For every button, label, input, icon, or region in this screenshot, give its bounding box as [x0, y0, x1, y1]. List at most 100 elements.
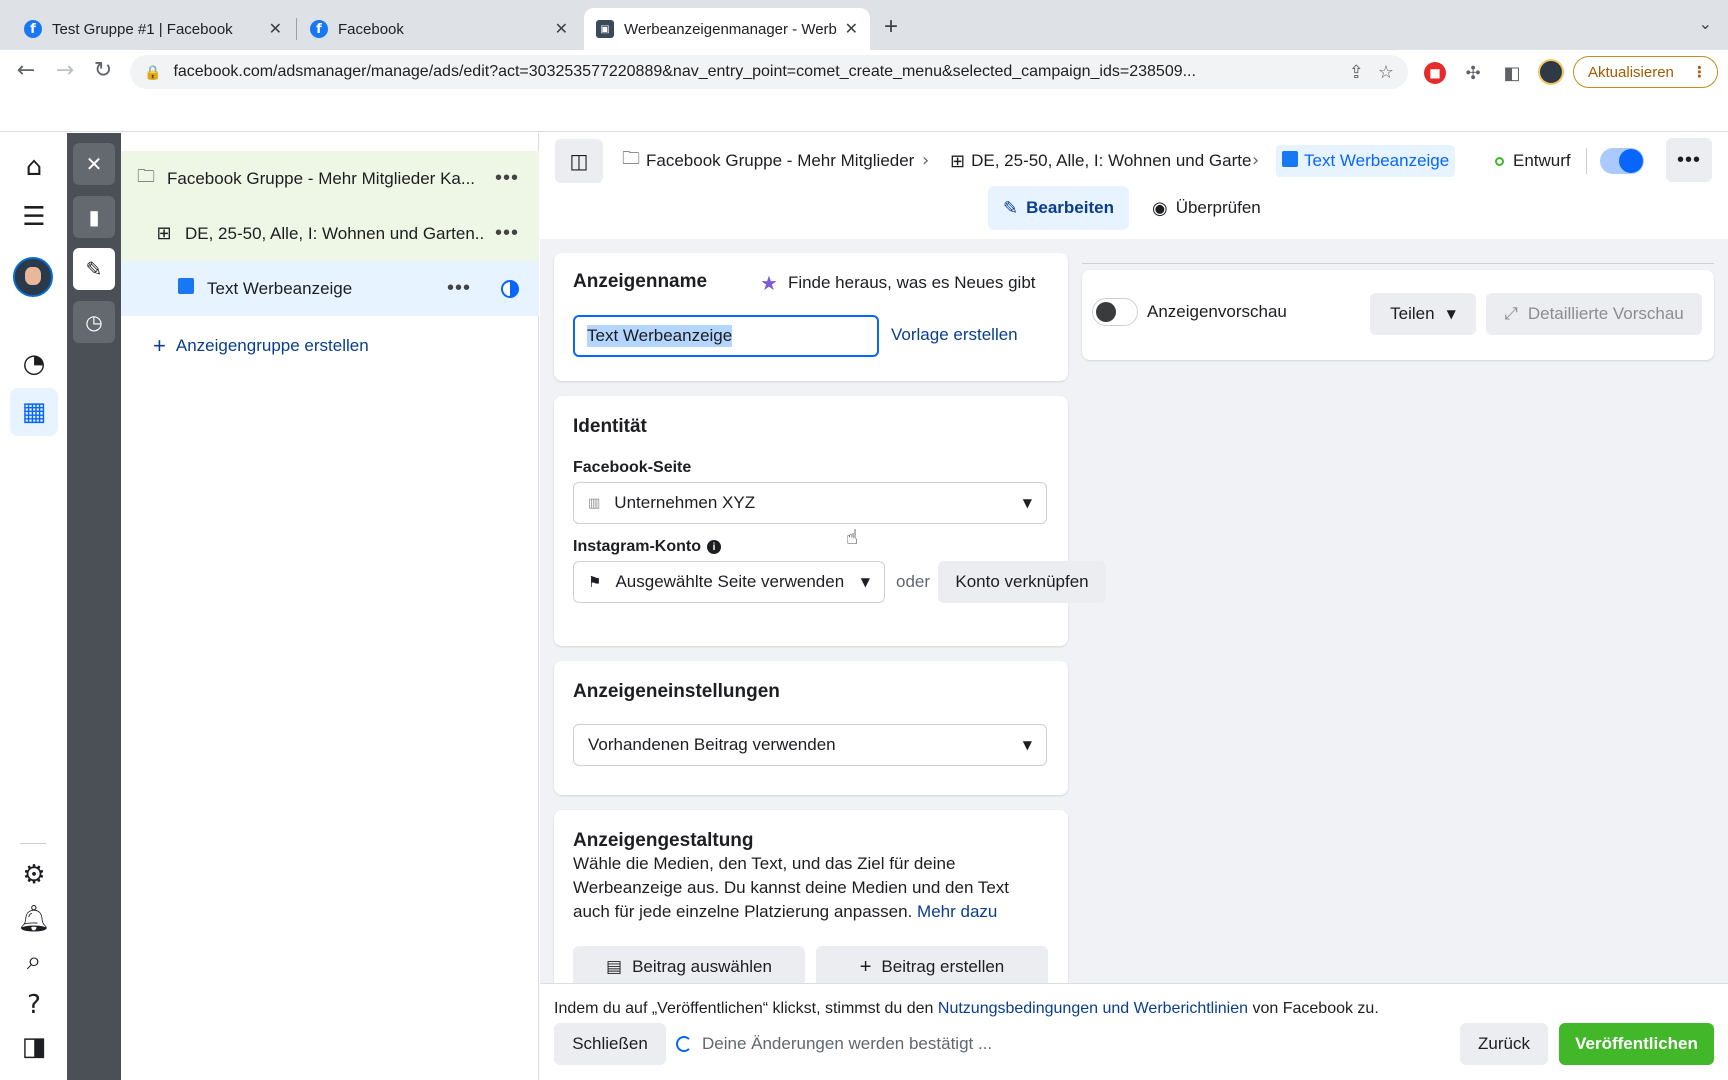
update-button[interactable]: Aktualisieren ⋮ — [1573, 56, 1718, 88]
browser-tab-3-active[interactable]: ▣ Werbeanzeigenmanager - Werb ✕ — [584, 8, 870, 50]
edit-pencil-icon[interactable]: ✎ — [73, 248, 115, 290]
chevron-right-icon: › — [1252, 150, 1260, 171]
eye-icon: ◉ — [1151, 197, 1168, 219]
info-icon[interactable]: i — [707, 540, 721, 554]
whats-new-label: Finde heraus, was es Neues gibt — [787, 273, 1036, 292]
more-options-icon[interactable]: ••• — [495, 167, 519, 190]
identity-title: Identität — [573, 416, 647, 437]
learn-more-link[interactable]: Mehr dazu — [917, 902, 997, 921]
tree-item-adset[interactable]: ⊞ DE, 25-50, Alle, I: Wohnen und Garten.… — [121, 206, 539, 261]
status-badge: Entwurf — [1495, 139, 1571, 183]
ad-name-input[interactable]: Text Werbeanzeige — [573, 315, 879, 357]
reload-icon[interactable]: ↻ — [90, 58, 116, 83]
back-button[interactable]: Zurück — [1460, 1023, 1548, 1065]
close-tab-icon[interactable]: ✕ — [845, 19, 858, 39]
create-adset-label: Anzeigengruppe erstellen — [175, 336, 369, 355]
browser-tab-2[interactable]: f Facebook ✕ — [298, 8, 580, 50]
avatar[interactable] — [13, 257, 53, 297]
create-adset-link[interactable]: + Anzeigengruppe erstellen — [153, 333, 369, 359]
facebook-icon: f — [24, 20, 42, 38]
more-options-icon[interactable]: ••• — [495, 222, 519, 245]
tab-search-chevron-icon[interactable]: ⌄ — [1699, 14, 1712, 34]
close-button[interactable]: Schließen — [554, 1023, 666, 1065]
adblock-extension-icon[interactable]: ■ — [1424, 62, 1446, 84]
settings-gear-icon[interactable]: ⚙ — [14, 855, 54, 895]
mode-tabs: ✎ Bearbeiten ◉ Überprüfen — [988, 186, 1284, 230]
ad-active-toggle[interactable] — [1600, 148, 1644, 174]
ad-name-title: Anzeigenname — [573, 271, 708, 292]
menu-icon[interactable]: ☰ — [14, 197, 54, 237]
caret-down-icon: ▼ — [860, 575, 870, 589]
detailed-preview-label: Detaillierte Vorschau — [1527, 304, 1684, 323]
select-post-button[interactable]: ▤ Beitrag auswählen — [573, 946, 805, 988]
more-options-icon[interactable]: ••• — [447, 277, 471, 300]
ad-name-value[interactable]: Text Werbeanzeige — [587, 325, 733, 347]
whats-new-link[interactable]: ★ Finde heraus, was es Neues gibt — [760, 271, 1036, 295]
tree-item-campaign[interactable]: 🗀 Facebook Gruppe - Mehr Mitglieder Ka..… — [121, 151, 539, 206]
instagram-account-select[interactable]: ⚑ Ausgewählte Seite verwenden ▼ — [573, 561, 885, 603]
saving-status-label: Deine Änderungen werden bestätigt ... — [702, 1034, 993, 1053]
browser-tab-label: Facebook — [338, 20, 404, 38]
ad-creative-description: Wähle die Medien, den Text, und das Ziel… — [573, 852, 1043, 924]
close-editor-icon[interactable]: ✕ — [73, 143, 115, 185]
profile-avatar[interactable] — [1538, 59, 1564, 85]
create-post-label: Beitrag erstellen — [881, 957, 1005, 976]
caret-down-icon: ▼ — [1022, 496, 1032, 510]
home-icon[interactable]: ⌂ — [14, 147, 54, 187]
ads-manager-table-icon[interactable]: ▦ — [10, 388, 58, 436]
url-text[interactable]: facebook.com/adsmanager/manage/ads/edit?… — [173, 63, 1334, 81]
tab-edit-label: Bearbeiten — [1026, 198, 1114, 217]
update-label: Aktualisieren — [1588, 63, 1674, 81]
tab-edit[interactable]: ✎ Bearbeiten — [988, 186, 1129, 230]
ad-label: Text Werbeanzeige — [207, 278, 353, 298]
ad-setup-value: Vorhandenen Beitrag verwenden — [588, 735, 836, 754]
browser-tab-1[interactable]: f Test Gruppe #1 | Facebook ✕ — [12, 8, 294, 50]
close-tab-icon[interactable]: ✕ — [269, 19, 282, 39]
more-actions-button[interactable]: ••• — [1666, 138, 1712, 182]
search-icon[interactable]: ⌕ — [14, 941, 54, 981]
chevron-right-icon: › — [922, 150, 930, 171]
plus-icon: + — [153, 333, 166, 358]
address-bar[interactable]: 🔒 facebook.com/adsmanager/manage/ads/edi… — [130, 55, 1408, 89]
back-arrow-icon[interactable]: ← — [13, 58, 39, 83]
terms-link[interactable]: Nutzungsbedingungen und Werberichtlinien — [938, 1000, 1248, 1017]
facebook-icon: f — [310, 20, 328, 38]
toggle-sidebar-icon[interactable]: ◫ — [555, 139, 603, 183]
charts-icon[interactable]: ▮ — [73, 196, 115, 238]
tree-item-ad[interactable]: Text Werbeanzeige ••• — [121, 261, 539, 316]
publish-button[interactable]: Veröffentlichen — [1559, 1023, 1714, 1065]
tab-review[interactable]: ◉ Überprüfen — [1137, 186, 1276, 230]
link-account-button[interactable]: Konto verknüpfen — [938, 561, 1106, 603]
extensions-puzzle-icon[interactable]: ✣ — [1462, 62, 1484, 84]
create-template-link[interactable]: Vorlage erstellen — [891, 325, 1018, 345]
facebook-page-select[interactable]: ▥ Unternehmen XYZ ▼ — [573, 482, 1047, 524]
help-icon[interactable]: ? — [14, 985, 54, 1025]
create-post-button[interactable]: + Beitrag erstellen — [816, 946, 1048, 988]
performance-gauge-icon[interactable]: ◔ — [14, 344, 54, 384]
bookmark-star-icon[interactable]: ☆ — [1378, 62, 1394, 83]
share-icon[interactable]: ⇪ — [1349, 62, 1364, 83]
breadcrumb-ad[interactable]: Text Werbeanzeige — [1276, 145, 1456, 177]
breadcrumb-adset[interactable]: ⊞ DE, 25-50, Alle, I: Wohnen und Garte — [950, 139, 1251, 183]
side-panel-icon[interactable]: ◧ — [1501, 62, 1523, 84]
adset-grid-icon: ⊞ — [950, 150, 966, 172]
instagram-account-value: Ausgewählte Seite verwenden — [615, 572, 845, 591]
nav-divider — [20, 843, 46, 844]
history-clock-icon[interactable]: ◷ — [73, 301, 115, 343]
detailed-preview-button[interactable]: ⤢ Detaillierte Vorschau — [1486, 293, 1702, 335]
ad-icon — [175, 278, 197, 299]
ad-setup-select[interactable]: Vorhandenen Beitrag verwenden ▼ — [573, 724, 1047, 766]
ad-preview-toggle[interactable] — [1092, 298, 1138, 326]
or-label: oder — [896, 572, 931, 591]
close-tab-icon[interactable]: ✕ — [555, 19, 568, 39]
share-button[interactable]: Teilen ▼ — [1370, 293, 1476, 335]
collapse-panel-icon[interactable]: ◨ — [14, 1027, 54, 1067]
page-thumbnail-icon: ▥ — [588, 495, 601, 510]
post-list-icon: ▤ — [606, 957, 623, 977]
folder-icon: 🗀 — [622, 148, 640, 169]
breadcrumb-campaign[interactable]: 🗀 Facebook Gruppe - Mehr Mitglieder — [622, 139, 914, 183]
forward-arrow-icon[interactable]: → — [52, 58, 78, 83]
notifications-bell-icon[interactable]: 🔔︎ — [14, 899, 54, 939]
new-tab-icon[interactable]: + — [884, 13, 898, 41]
instagram-label-row: Instagram-Konto i — [573, 538, 721, 556]
